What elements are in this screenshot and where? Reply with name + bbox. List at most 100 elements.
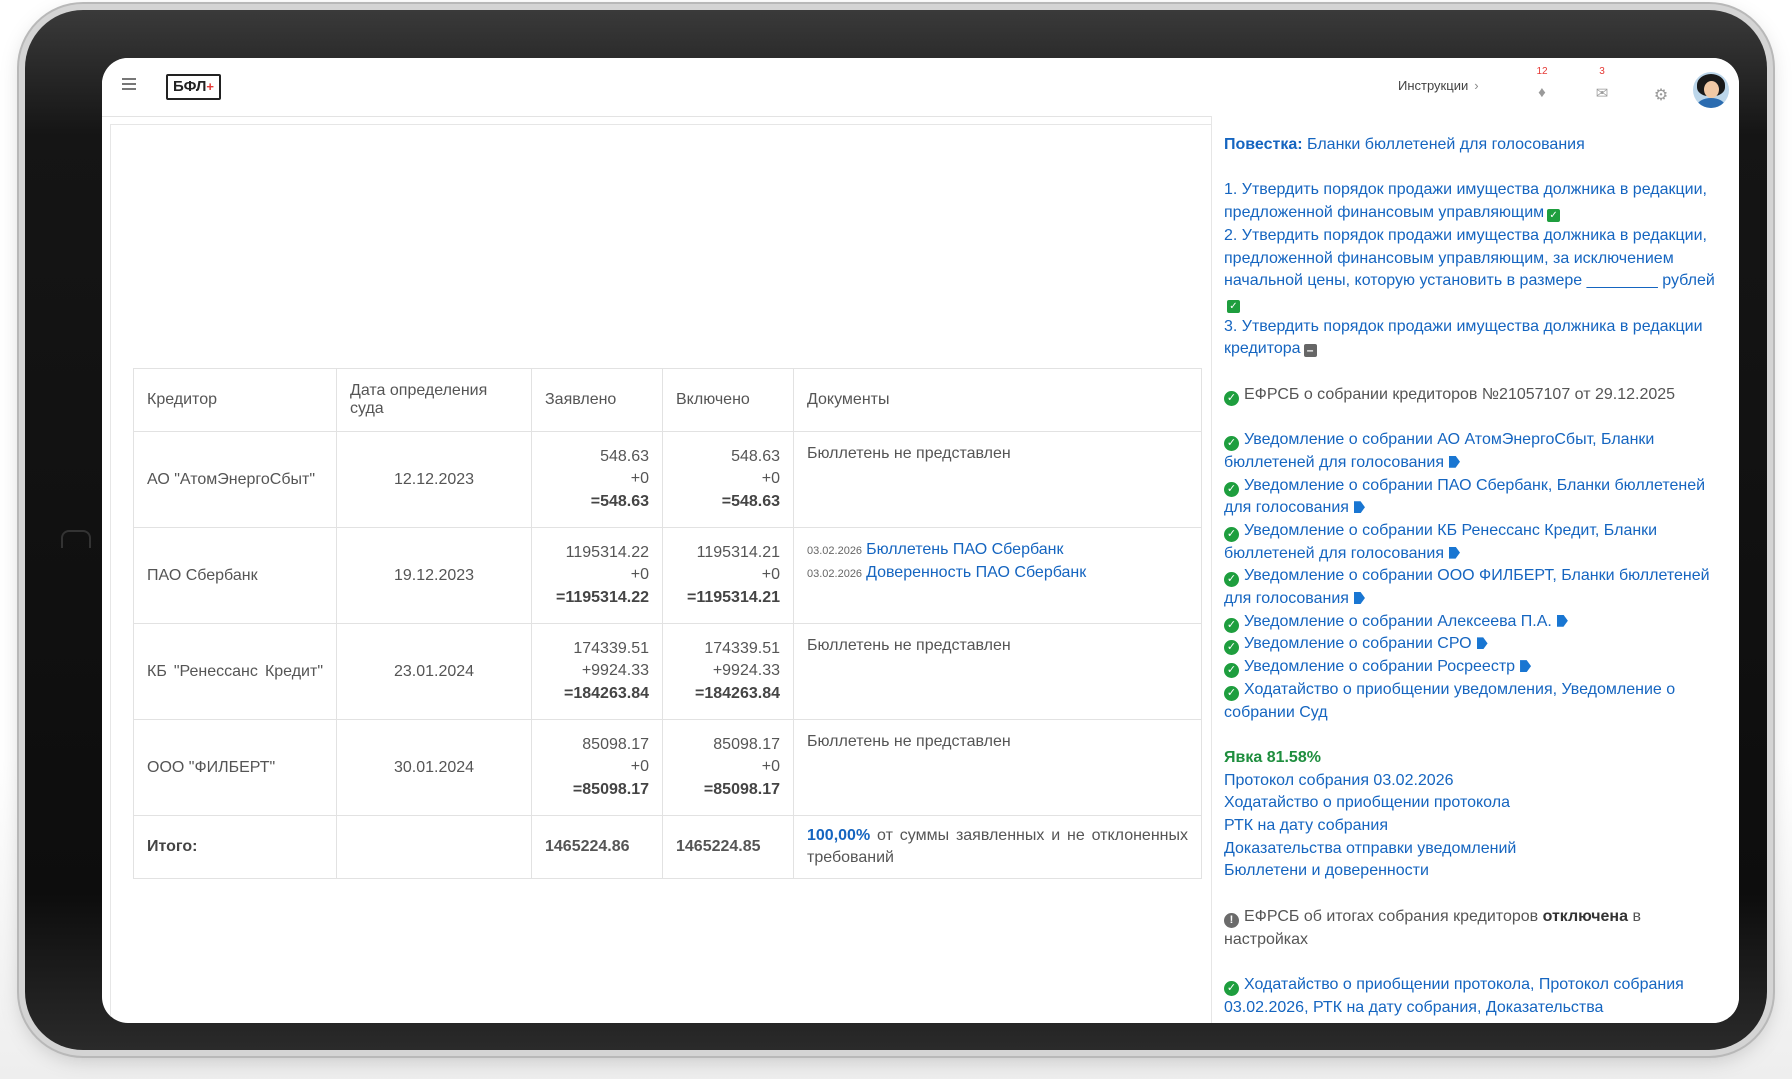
included-base: 548.63 (731, 447, 780, 465)
check-circle-icon: ✓ (1224, 572, 1239, 588)
efrsb-results-status: отключена (1542, 907, 1628, 925)
tag-icon[interactable] (1520, 660, 1532, 673)
creditor-name: КБ "Ренессанс Кредит" (133, 623, 337, 720)
messages-button[interactable]: 3 ✉ (1591, 66, 1613, 102)
ballots-and-powers-link[interactable]: Бюллетени и доверенности (1224, 862, 1429, 879)
chevron-right-icon: › (1474, 78, 1479, 93)
table-row: КБ "Ренессанс Кредит" 23.01.2024 174339.… (133, 623, 1202, 720)
check-circle-icon: ✓ (1224, 663, 1239, 679)
total-empty-cell (336, 815, 532, 879)
total-declared: 1465224.86 (545, 838, 630, 855)
notification-link[interactable]: Ходатайство о приобщении уведомления, Ув… (1224, 681, 1675, 721)
turnout-label: Явка 81.58% (1224, 748, 1321, 766)
included-amount: 174339.51 +9924.33 =184263.84 (662, 623, 794, 720)
total-percent: 100,00% (807, 827, 871, 844)
instructions-link[interactable]: Инструкции › (1398, 78, 1479, 93)
creditors-pane: Кредитор Дата определения суда Заявлено … (110, 124, 1212, 1023)
tag-icon[interactable] (1556, 614, 1568, 627)
creditor-name: ООО "ФИЛБЕРТ" (133, 719, 337, 816)
notification-item: ✓ Уведомление о собрании Росреестр (1224, 656, 1724, 679)
meeting-protocol-link[interactable]: Протокол собрания 03.02.2026 (1224, 772, 1454, 789)
court-date: 30.01.2024 (336, 719, 532, 816)
efrsb-results-notice: ! ЕФРСБ об итогах собрания кредиторов отк… (1224, 906, 1724, 951)
hamburger-menu-icon[interactable] (122, 78, 136, 90)
court-date: 23.01.2024 (336, 623, 532, 720)
included-total: =548.63 (721, 492, 780, 510)
tag-icon[interactable] (1448, 546, 1460, 559)
meeting-info: Повестка: Бланки бюллетеней для голосова… (1224, 134, 1724, 1019)
app-logo[interactable]: БФЛ+ (166, 74, 221, 100)
declared-total: =184263.84 (564, 684, 649, 702)
tag-icon[interactable] (1353, 501, 1365, 514)
agenda-item-3: 3. Утвердить порядок продажи имущества д… (1224, 316, 1724, 361)
agenda-label: Повестка: (1224, 136, 1303, 153)
document-link-power-of-attorney-sberbank[interactable]: Доверенность ПАО Сбербанк (866, 564, 1086, 581)
declared-amount: 174339.51 +9924.33 =184263.84 (531, 623, 663, 720)
rtk-link[interactable]: РТК на дату собрания (1224, 817, 1388, 834)
notifications-button[interactable]: 12 ♦ (1531, 66, 1553, 101)
final-document-link[interactable]: Ходатайство о приобщении протокола, Прот… (1224, 976, 1684, 1016)
notification-link[interactable]: Уведомление о собрании СРО (1244, 635, 1472, 652)
notification-item: ✓ Ходатайство о приобщении уведомления, У… (1224, 679, 1724, 724)
included-amount: 548.63 +0 =548.63 (662, 431, 794, 528)
documents-cell: Бюллетень не представлен (793, 431, 1202, 528)
settings-button[interactable]: ⚙ (1650, 74, 1672, 104)
notification-proof-link[interactable]: Доказательства отправки уведомлений (1224, 840, 1516, 857)
document-date: 03.02.2026 (807, 568, 863, 580)
total-label: Итого: (133, 815, 337, 879)
tag-icon[interactable] (1353, 592, 1365, 605)
notification-link[interactable]: Уведомление о собрании КБ Ренессанс Кред… (1224, 522, 1657, 562)
main-content: Кредитор Дата определения суда Заявлено … (102, 116, 1739, 1023)
header-creditor: Кредитор (133, 368, 337, 432)
court-date: 12.12.2023 (336, 431, 532, 528)
check-icon: ✓ (1227, 299, 1240, 313)
protocol-petition-link[interactable]: Ходатайство о приобщении протокола (1224, 794, 1510, 811)
notification-link[interactable]: Уведомление о собрании ООО ФИЛБЕРТ, Блан… (1224, 567, 1710, 607)
tag-icon[interactable] (1476, 637, 1488, 650)
notification-item: ✓ Уведомление о собрании СРО (1224, 633, 1724, 656)
agenda-item-1: 1. Утвердить порядок продажи имущества д… (1224, 179, 1724, 224)
court-date: 19.12.2023 (336, 527, 532, 624)
notification-link[interactable]: Уведомление о собрании ПАО Сбербанк, Бла… (1224, 477, 1705, 517)
notification-item: ✓ Уведомление о собрании Алексеева П.А. (1224, 611, 1724, 634)
efrsb-notice: ✓ ЕФРСБ о собрании кредиторов №21057107 о… (1224, 384, 1724, 407)
included-base: 1195314.21 (696, 543, 780, 561)
agenda-blank-ballots-link[interactable]: Бланки бюллетеней для голосования (1307, 136, 1585, 153)
declared-base: 85098.17 (582, 735, 649, 753)
document-link-ballot-sberbank[interactable]: Бюллетень ПАО Сбербанк (866, 541, 1063, 558)
notification-link[interactable]: Уведомление о собрании АО АтомЭнергоСбыт… (1224, 431, 1654, 471)
header-included: Включено (662, 368, 794, 432)
user-avatar[interactable] (1693, 72, 1729, 108)
notification-link[interactable]: Уведомление о собрании Алексеева П.А. (1244, 613, 1552, 630)
declared-total: =548.63 (590, 492, 649, 510)
included-total: =85098.17 (703, 780, 780, 798)
instructions-label: Инструкции (1398, 78, 1469, 93)
notification-item: ✓ Уведомление о собрании ООО ФИЛБЕРТ, Бла… (1224, 565, 1724, 610)
notification-link[interactable]: Уведомление о собрании Росреестр (1244, 658, 1515, 675)
included-add: +0 (761, 758, 780, 776)
table-total-row: Итого: 1465224.86 1465224.85 100,00% от … (133, 815, 1202, 879)
included-add: +9924.33 (712, 662, 780, 680)
included-amount: 1195314.21 +0 =1195314.21 (662, 527, 794, 624)
top-bar: БФЛ+ Инструкции › 12 ♦ 3 ✉ ⚙ (102, 58, 1739, 117)
notification-item: ✓ Уведомление о собрании ПАО Сбербанк, Бл… (1224, 475, 1724, 520)
app-screen: БФЛ+ Инструкции › 12 ♦ 3 ✉ ⚙ Кредитор Да… (102, 58, 1739, 1023)
table-row: ООО "ФИЛБЕРТ" 30.01.2024 85098.17 +0 =85… (133, 719, 1202, 816)
tag-icon[interactable] (1448, 455, 1460, 468)
table-row: ПАО Сбербанк 19.12.2023 1195314.22 +0 =1… (133, 527, 1202, 624)
mail-icon: ✉ (1595, 85, 1609, 102)
header-declared: Заявлено (531, 368, 663, 432)
declared-base: 1195314.22 (565, 543, 649, 561)
creditor-name: ПАО Сбербанк (133, 527, 337, 624)
check-circle-icon: ✓ (1224, 617, 1239, 633)
minus-icon: – (1303, 344, 1317, 358)
documents-cell: Бюллетень не представлен (793, 623, 1202, 720)
check-circle-icon: ✓ (1224, 685, 1239, 701)
declared-amount: 548.63 +0 =548.63 (531, 431, 663, 528)
final-document-item: ✓ Ходатайство о приобщении протокола, Про… (1224, 974, 1724, 1019)
check-circle-icon: ✓ (1224, 436, 1239, 452)
declared-amount: 85098.17 +0 =85098.17 (531, 719, 663, 816)
total-percent-cell: 100,00% от суммы заявленных и не отклоне… (793, 815, 1202, 879)
included-add: +0 (761, 470, 780, 488)
gear-icon: ⚙ (1653, 87, 1669, 104)
